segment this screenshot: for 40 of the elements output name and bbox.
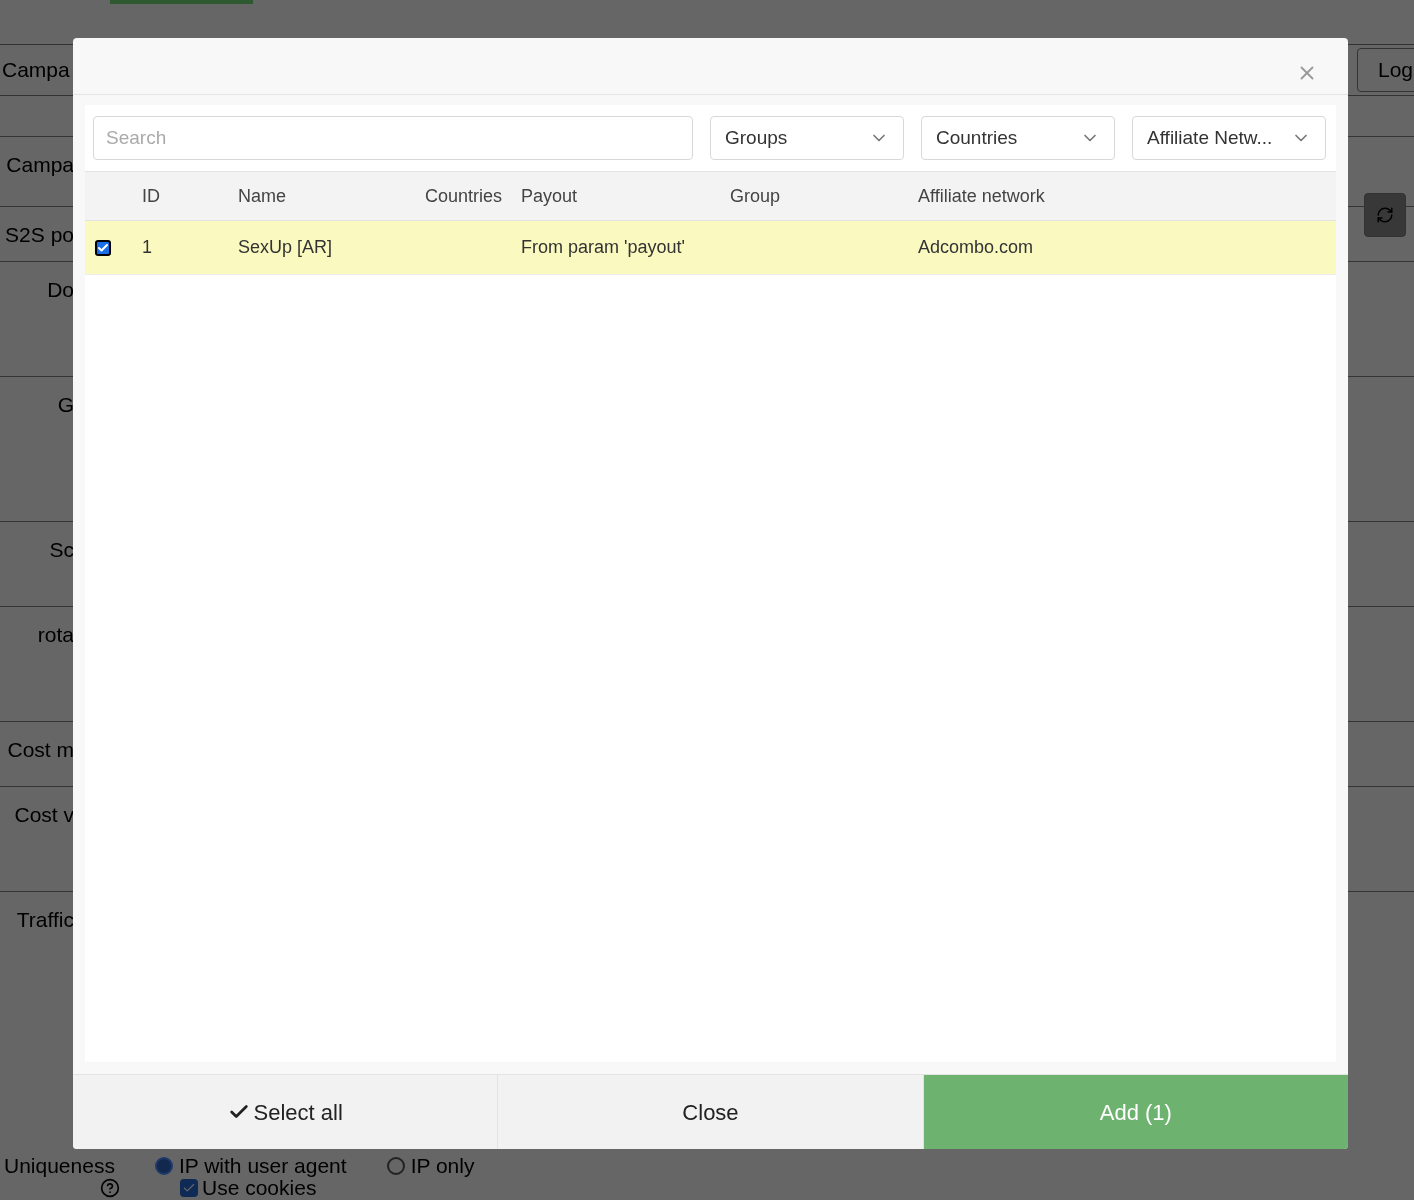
search-field[interactable]: Search <box>93 116 693 160</box>
form-label: rota <box>36 622 74 648</box>
log-button[interactable]: Log <box>1356 48 1414 92</box>
filter-dropdown[interactable]: Countries <box>921 116 1115 160</box>
radio-label: IP only <box>410 1153 475 1179</box>
form-label: G <box>56 392 74 418</box>
table-row[interactable]: 1 SexUp [AR] From param 'payout' Adcombo.com <box>85 221 1336 275</box>
filter-dropdown[interactable]: Groups <box>710 116 904 160</box>
column-header: ID <box>142 185 160 206</box>
form-label: Do <box>46 277 74 303</box>
table-cell: Adcombo.com <box>918 237 1034 257</box>
form-label: Cost v <box>13 802 74 828</box>
column-header: Name <box>238 185 286 206</box>
column-header: Payout <box>521 185 578 206</box>
refresh-button[interactable] <box>1364 193 1406 237</box>
form-label: Cost m <box>6 737 74 763</box>
column-header: Countries <box>425 185 503 206</box>
radio-label: IP with user agent <box>178 1153 347 1179</box>
checkmark-icon <box>97 241 109 254</box>
uniqueness-label: Uniqueness <box>3 1153 115 1179</box>
radio-button[interactable] <box>154 1156 173 1175</box>
table-cell: SexUp [AR] <box>238 237 333 257</box>
row-checkbox[interactable] <box>95 239 111 256</box>
form-label: Campa <box>5 152 74 178</box>
form-label: S2S po <box>4 222 74 248</box>
close-button[interactable]: Close <box>498 1074 924 1149</box>
filter-dropdown[interactable]: Affiliate Netw... <box>1132 116 1326 160</box>
form-label: Sc <box>48 537 74 563</box>
form-label: Traffic <box>15 907 74 933</box>
campaign-field-text: Campa <box>1 57 70 84</box>
column-header: Group <box>730 185 781 206</box>
refresh-icon <box>1376 206 1394 224</box>
checkbox[interactable] <box>180 1178 198 1197</box>
column-header: Affiliate network <box>918 185 1045 206</box>
select-all-button[interactable]: Select all <box>73 1074 499 1149</box>
table-cell: 1 <box>142 237 152 257</box>
table-cell: From param 'payout' <box>521 237 685 257</box>
help-icon[interactable] <box>100 1177 120 1198</box>
radio-button[interactable] <box>386 1156 405 1175</box>
checkbox-label: Use cookies <box>202 1176 317 1200</box>
